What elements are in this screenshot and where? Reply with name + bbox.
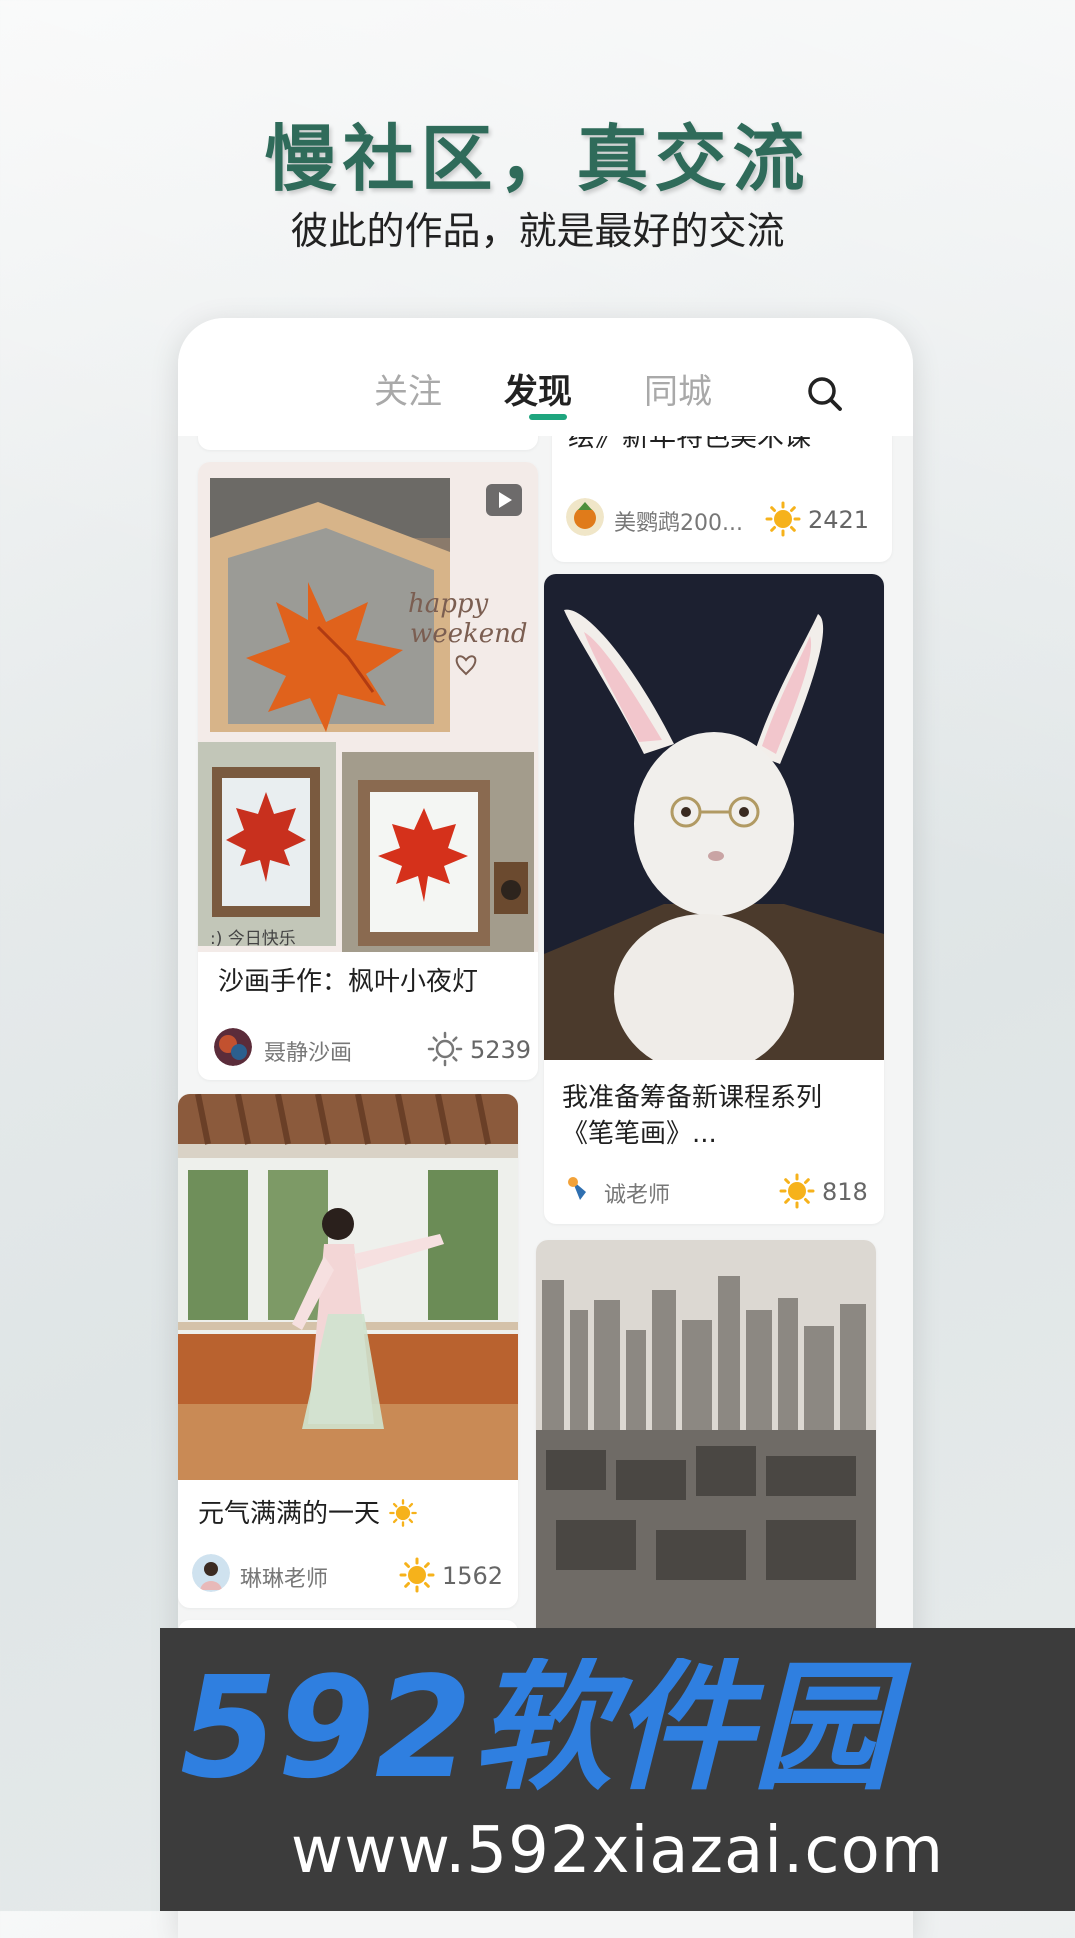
feed-card-dancer[interactable]: 元气满满的一天 琳琳老师 1562: [178, 1094, 518, 1608]
avatar[interactable]: [214, 1028, 252, 1066]
card-title: 沙画手作：枫叶小夜灯: [218, 967, 479, 997]
watermark-url: www.592xiazai.com: [290, 1814, 945, 1888]
author-name[interactable]: 琳琳老师: [240, 1561, 328, 1593]
sun-filled-icon[interactable]: [398, 1556, 436, 1594]
active-tab-indicator: [529, 414, 567, 420]
sun-emoji-icon: [389, 1499, 418, 1527]
weekend-script-text: weekend: [410, 619, 528, 649]
feed-card-maple-lamp[interactable]: happy weekend :) 今日快乐 沙画手作：枫叶小夜灯 聂静沙画 52…: [198, 462, 538, 1080]
like-count: 5239: [470, 1036, 532, 1064]
watermark-logo: 592软件园: [180, 1658, 912, 1798]
author-name[interactable]: 诚老师: [604, 1177, 670, 1209]
like-count: 818: [822, 1178, 868, 1206]
tab-discover[interactable]: 发现: [504, 364, 572, 413]
avatar[interactable]: [566, 498, 604, 536]
maple-lamp-photo: happy weekend :) 今日快乐: [198, 462, 538, 952]
author-name[interactable]: 美鹦鹉200...: [614, 505, 743, 537]
like-count: 1562: [442, 1562, 504, 1590]
tab-same-city[interactable]: 同城: [644, 364, 712, 413]
image-caption-text: :) 今日快乐: [210, 929, 296, 949]
sun-filled-icon[interactable]: [778, 1172, 816, 1210]
feed-card-rabbit[interactable]: 我准备筹备新课程系列 《笔笔画》... 诚老师 818: [544, 574, 884, 1224]
city-sketch-photo: [536, 1240, 876, 1660]
avatar[interactable]: [192, 1554, 230, 1592]
like-count: 2421: [808, 506, 870, 534]
tab-follow[interactable]: 关注: [374, 364, 442, 413]
card-title: 元气满满的一天: [198, 1496, 418, 1532]
dancer-photo: [178, 1094, 518, 1480]
card-title-line-1: 我准备筹备新课程系列: [562, 1083, 823, 1113]
video-play-icon: [486, 484, 522, 516]
logo-wordmark: 592软件园: [180, 1658, 912, 1798]
card-title-line-2: 《笔笔画》...: [562, 1119, 717, 1149]
promo-headline: 慢社区，真交流: [264, 117, 811, 201]
author-name[interactable]: 聂静沙画: [264, 1035, 352, 1067]
feed-card-city-sketch[interactable]: [536, 1240, 876, 1660]
sun-outline-icon[interactable]: [426, 1030, 464, 1068]
feed-header: 关注 发现 同城: [178, 318, 913, 436]
happy-script-text: happy: [408, 589, 489, 619]
sun-filled-icon[interactable]: [764, 500, 802, 538]
rabbit-photo: [544, 574, 884, 1060]
promo-subheadline: 彼此的作品，就是最好的交流: [290, 209, 785, 253]
watermark-banner: 592软件园 www.592xiazai.com: [160, 1628, 1075, 1911]
card-title-text: 元气满满的一天: [198, 1499, 381, 1529]
avatar[interactable]: [560, 1170, 598, 1208]
search-icon[interactable]: [805, 374, 845, 414]
